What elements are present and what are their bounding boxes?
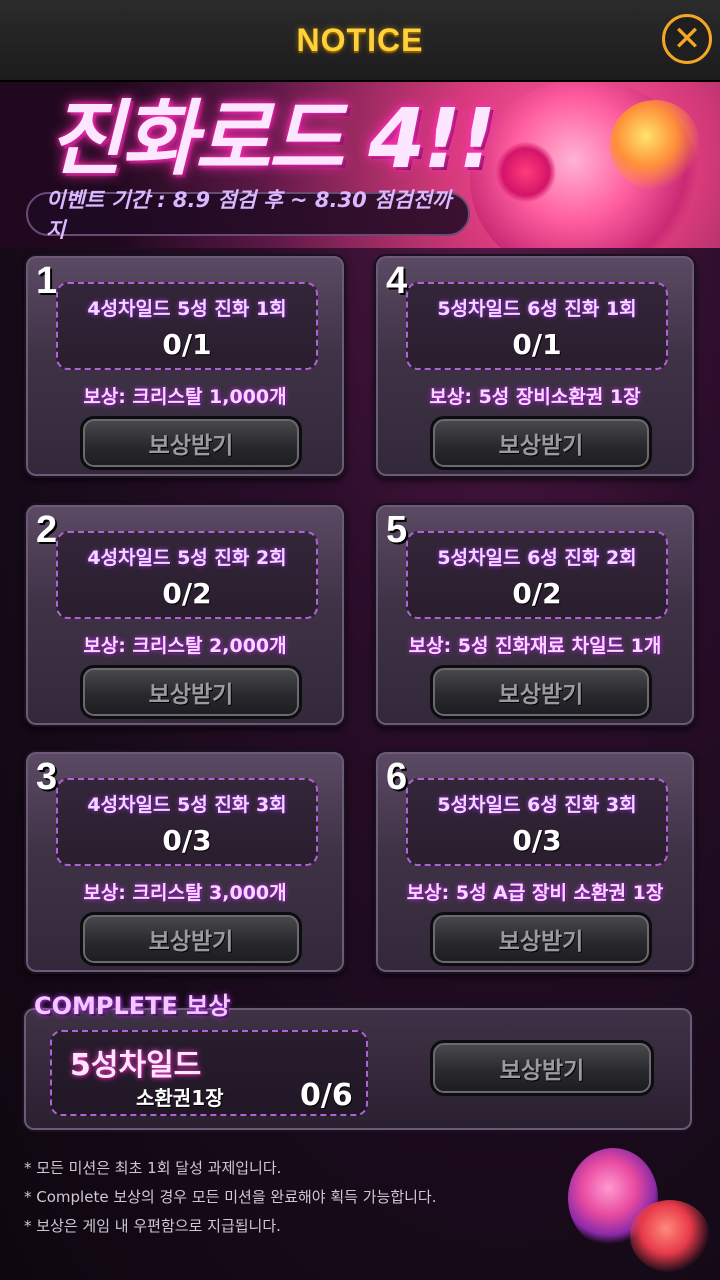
claim-reward-button[interactable]: 보상받기	[80, 416, 302, 470]
mission-number: 5	[386, 509, 408, 551]
character-deco-2	[630, 1200, 710, 1272]
claim-reward-button[interactable]: 보상받기	[430, 416, 652, 470]
mission-box: 5성차일드 6성 진화 2회 0/2	[406, 531, 668, 619]
event-banner: 진화로드 4!! 이벤트 기간 : 8.9 점검 후 ~ 8.30 점검전까지	[0, 80, 720, 248]
top-bar: NOTICE ✕	[0, 0, 720, 82]
note-item: * 모든 미션은 최초 1회 달성 과제입니다.	[24, 1159, 282, 1177]
mission-progress: 0/3	[512, 824, 562, 857]
mission-progress: 0/3	[162, 824, 212, 857]
mission-text: 4성차일드 5성 진화 2회	[87, 547, 287, 569]
mission-reward: 보상: 5성 진화재료 차일드 1개	[408, 635, 662, 657]
mission-card-2: 2 4성차일드 5성 진화 2회 0/2 보상: 크리스탈 2,000개 보상받…	[24, 503, 346, 727]
mission-text: 5성차일드 6성 진화 3회	[437, 794, 637, 816]
mission-number: 6	[386, 756, 408, 798]
note-item: * Complete 보상의 경우 모든 미션을 완료해야 획득 가능합니다.	[24, 1188, 437, 1206]
claim-reward-button[interactable]: 보상받기	[80, 912, 302, 966]
mission-reward: 보상: 크리스탈 3,000개	[83, 882, 287, 904]
mission-number: 4	[386, 260, 408, 302]
mission-progress: 0/2	[512, 577, 562, 610]
close-button[interactable]: ✕	[662, 14, 712, 64]
complete-reward-subtitle: 소환권1장	[136, 1086, 224, 1110]
mission-number: 1	[36, 260, 58, 302]
mission-card-1: 1 4성차일드 5성 진화 1회 0/1 보상: 크리스탈 1,000개 보상받…	[24, 254, 346, 478]
mission-number: 2	[36, 509, 58, 551]
complete-panel: 5성차일드 소환권1장 0/6 보상받기	[22, 1006, 694, 1132]
complete-reward-box: 5성차일드 소환권1장 0/6	[50, 1030, 368, 1116]
mission-box: 5성차일드 6성 진화 1회 0/1	[406, 282, 668, 370]
banner-art-2	[610, 100, 700, 190]
mission-box: 4성차일드 5성 진화 1회 0/1	[56, 282, 318, 370]
notes: * 모든 미션은 최초 1회 달성 과제입니다. * Complete 보상의 …	[24, 1154, 584, 1241]
mission-text: 4성차일드 5성 진화 3회	[87, 794, 287, 816]
mission-card-6: 6 5성차일드 6성 진화 3회 0/3 보상: 5성 A급 장비 소환권 1장…	[374, 750, 696, 974]
note-item: * 보상은 게임 내 우편함으로 지급됩니다.	[24, 1217, 281, 1235]
complete-progress: 0/6	[300, 1078, 353, 1113]
mission-reward: 보상: 크리스탈 1,000개	[83, 386, 287, 408]
event-period: 이벤트 기간 : 8.9 점검 후 ~ 8.30 점검전까지	[26, 188, 470, 242]
claim-reward-button[interactable]: 보상받기	[430, 665, 652, 719]
claim-reward-button[interactable]: 보상받기	[430, 912, 652, 966]
claim-reward-button[interactable]: 보상받기	[80, 665, 302, 719]
mission-box: 5성차일드 6성 진화 3회 0/3	[406, 778, 668, 866]
mission-progress: 0/2	[162, 577, 212, 610]
complete-claim-button[interactable]: 보상받기	[430, 1040, 654, 1096]
page-title: NOTICE	[296, 22, 424, 58]
banner-star	[496, 142, 556, 202]
mission-box: 4성차일드 5성 진화 3회 0/3	[56, 778, 318, 866]
mission-number: 3	[36, 756, 58, 798]
mission-text: 5성차일드 6성 진화 1회	[437, 298, 637, 320]
mission-reward: 보상: 5성 A급 장비 소환권 1장	[406, 882, 664, 904]
mission-card-3: 3 4성차일드 5성 진화 3회 0/3 보상: 크리스탈 3,000개 보상받…	[24, 750, 346, 974]
mission-progress: 0/1	[162, 328, 212, 361]
mission-text: 4성차일드 5성 진화 1회	[87, 298, 287, 320]
complete-title: COMPLETE 보상	[34, 992, 231, 1020]
mission-text: 5성차일드 6성 진화 2회	[437, 547, 637, 569]
mission-progress: 0/1	[512, 328, 562, 361]
mission-card-5: 5 5성차일드 6성 진화 2회 0/2 보상: 5성 진화재료 차일드 1개 …	[374, 503, 696, 727]
mission-box: 4성차일드 5성 진화 2회 0/2	[56, 531, 318, 619]
mission-reward: 보상: 5성 장비소환권 1장	[429, 386, 641, 408]
mission-reward: 보상: 크리스탈 2,000개	[83, 635, 287, 657]
complete-reward-title: 5성차일드	[70, 1048, 202, 1083]
close-icon: ✕	[672, 19, 702, 59]
mission-card-4: 4 5성차일드 6성 진화 1회 0/1 보상: 5성 장비소환권 1장 보상받…	[374, 254, 696, 478]
banner-headline: 진화로드 4!!	[48, 92, 496, 187]
